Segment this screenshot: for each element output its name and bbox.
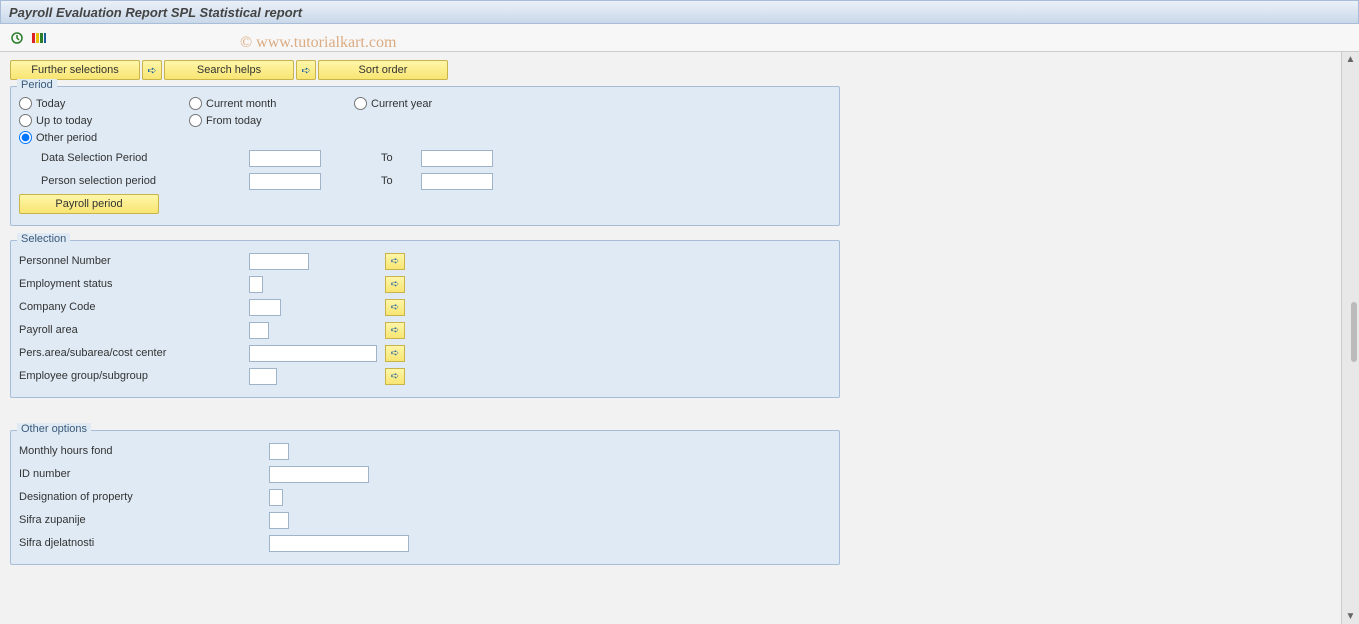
sort-order-arrow-button[interactable]: ➪ <box>296 60 316 80</box>
selection-group-title: Selection <box>17 233 70 245</box>
content-area: Further selections ➪ Search helps ➪ Sort… <box>0 52 1339 624</box>
data-selection-period-to-label: To <box>381 152 421 164</box>
scroll-handle[interactable] <box>1351 302 1357 362</box>
arrow-right-icon: ➪ <box>391 325 399 336</box>
execute-icon[interactable] <box>8 29 26 47</box>
payroll-period-button[interactable]: Payroll period <box>19 194 159 214</box>
employee-group-input[interactable] <box>249 368 277 385</box>
company-code-input[interactable] <box>249 299 281 316</box>
radio-current-month[interactable]: Current month <box>189 97 354 110</box>
vertical-scrollbar[interactable]: ▲ ▼ <box>1341 52 1359 624</box>
employment-status-label: Employment status <box>19 278 249 290</box>
company-code-multi-button[interactable]: ➪ <box>385 299 405 316</box>
scroll-up-icon[interactable]: ▲ <box>1342 52 1359 67</box>
person-selection-period-to-label: To <box>381 175 421 187</box>
radio-current-month-label: Current month <box>206 98 276 110</box>
monthly-hours-input[interactable] <box>269 443 289 460</box>
payroll-area-multi-button[interactable]: ➪ <box>385 322 405 339</box>
scroll-down-icon[interactable]: ▼ <box>1342 609 1359 624</box>
employee-group-label: Employee group/subgroup <box>19 370 249 382</box>
sifra-djelatnosti-input[interactable] <box>269 535 409 552</box>
data-selection-period-from-input[interactable] <box>249 150 321 167</box>
title-bar: Payroll Evaluation Report SPL Statistica… <box>0 0 1359 24</box>
variants-icon[interactable] <box>30 29 48 47</box>
arrow-right-icon: ➪ <box>391 302 399 313</box>
radio-current-year-label: Current year <box>371 98 432 110</box>
radio-current-year-input[interactable] <box>354 97 367 110</box>
radio-today[interactable]: Today <box>19 97 189 110</box>
toolbar <box>0 24 1359 52</box>
arrow-right-icon: ➪ <box>391 256 399 267</box>
radio-other-period-input[interactable] <box>19 131 32 144</box>
search-helps-arrow-button[interactable]: ➪ <box>142 60 162 80</box>
radio-from-today-input[interactable] <box>189 114 202 127</box>
employee-group-multi-button[interactable]: ➪ <box>385 368 405 385</box>
radio-today-label: Today <box>36 98 65 110</box>
radio-up-to-today-label: Up to today <box>36 115 92 127</box>
person-selection-period-label: Person selection period <box>19 175 249 187</box>
arrow-right-icon: ➪ <box>301 64 310 77</box>
radio-from-today-label: From today <box>206 115 262 127</box>
period-group-title: Period <box>17 79 57 91</box>
employment-status-multi-button[interactable]: ➪ <box>385 276 405 293</box>
person-selection-period-to-input[interactable] <box>421 173 493 190</box>
sifra-zupanije-input[interactable] <box>269 512 289 529</box>
sifra-djelatnosti-label: Sifra djelatnosti <box>19 537 269 549</box>
further-selections-button[interactable]: Further selections <box>10 60 140 80</box>
data-selection-period-to-input[interactable] <box>421 150 493 167</box>
id-number-input[interactable] <box>269 466 369 483</box>
sifra-zupanije-label: Sifra zupanije <box>19 514 269 526</box>
employment-status-input[interactable] <box>249 276 263 293</box>
radio-from-today[interactable]: From today <box>189 114 354 127</box>
data-selection-period-label: Data Selection Period <box>19 152 249 164</box>
radio-today-input[interactable] <box>19 97 32 110</box>
pers-area-input[interactable] <box>249 345 377 362</box>
id-number-label: ID number <box>19 468 269 480</box>
payroll-area-label: Payroll area <box>19 324 249 336</box>
other-options-group: Other options Monthly hours fond ID numb… <box>10 430 840 565</box>
selection-group: Selection Personnel Number ➪ Employment … <box>10 240 840 398</box>
company-code-label: Company Code <box>19 301 249 313</box>
pers-area-label: Pers.area/subarea/cost center <box>19 347 249 359</box>
person-selection-period-from-input[interactable] <box>249 173 321 190</box>
personnel-number-multi-button[interactable]: ➪ <box>385 253 405 270</box>
period-group: Period Today Current month Current year … <box>10 86 840 226</box>
selection-buttons-row: Further selections ➪ Search helps ➪ Sort… <box>10 60 1329 80</box>
other-options-group-title: Other options <box>17 423 91 435</box>
radio-up-to-today[interactable]: Up to today <box>19 114 189 127</box>
page-title: Payroll Evaluation Report SPL Statistica… <box>9 5 302 20</box>
personnel-number-input[interactable] <box>249 253 309 270</box>
designation-label: Designation of property <box>19 491 269 503</box>
payroll-area-input[interactable] <box>249 322 269 339</box>
arrow-right-icon: ➪ <box>391 279 399 290</box>
search-helps-button[interactable]: Search helps <box>164 60 294 80</box>
monthly-hours-label: Monthly hours fond <box>19 445 269 457</box>
arrow-right-icon: ➪ <box>391 348 399 359</box>
arrow-right-icon: ➪ <box>391 371 399 382</box>
designation-input[interactable] <box>269 489 283 506</box>
radio-current-year[interactable]: Current year <box>354 97 524 110</box>
radio-other-period[interactable]: Other period <box>19 131 189 144</box>
radio-current-month-input[interactable] <box>189 97 202 110</box>
radio-up-to-today-input[interactable] <box>19 114 32 127</box>
sort-order-button[interactable]: Sort order <box>318 60 448 80</box>
arrow-right-icon: ➪ <box>147 64 156 77</box>
radio-other-period-label: Other period <box>36 132 97 144</box>
personnel-number-label: Personnel Number <box>19 255 249 267</box>
pers-area-multi-button[interactable]: ➪ <box>385 345 405 362</box>
